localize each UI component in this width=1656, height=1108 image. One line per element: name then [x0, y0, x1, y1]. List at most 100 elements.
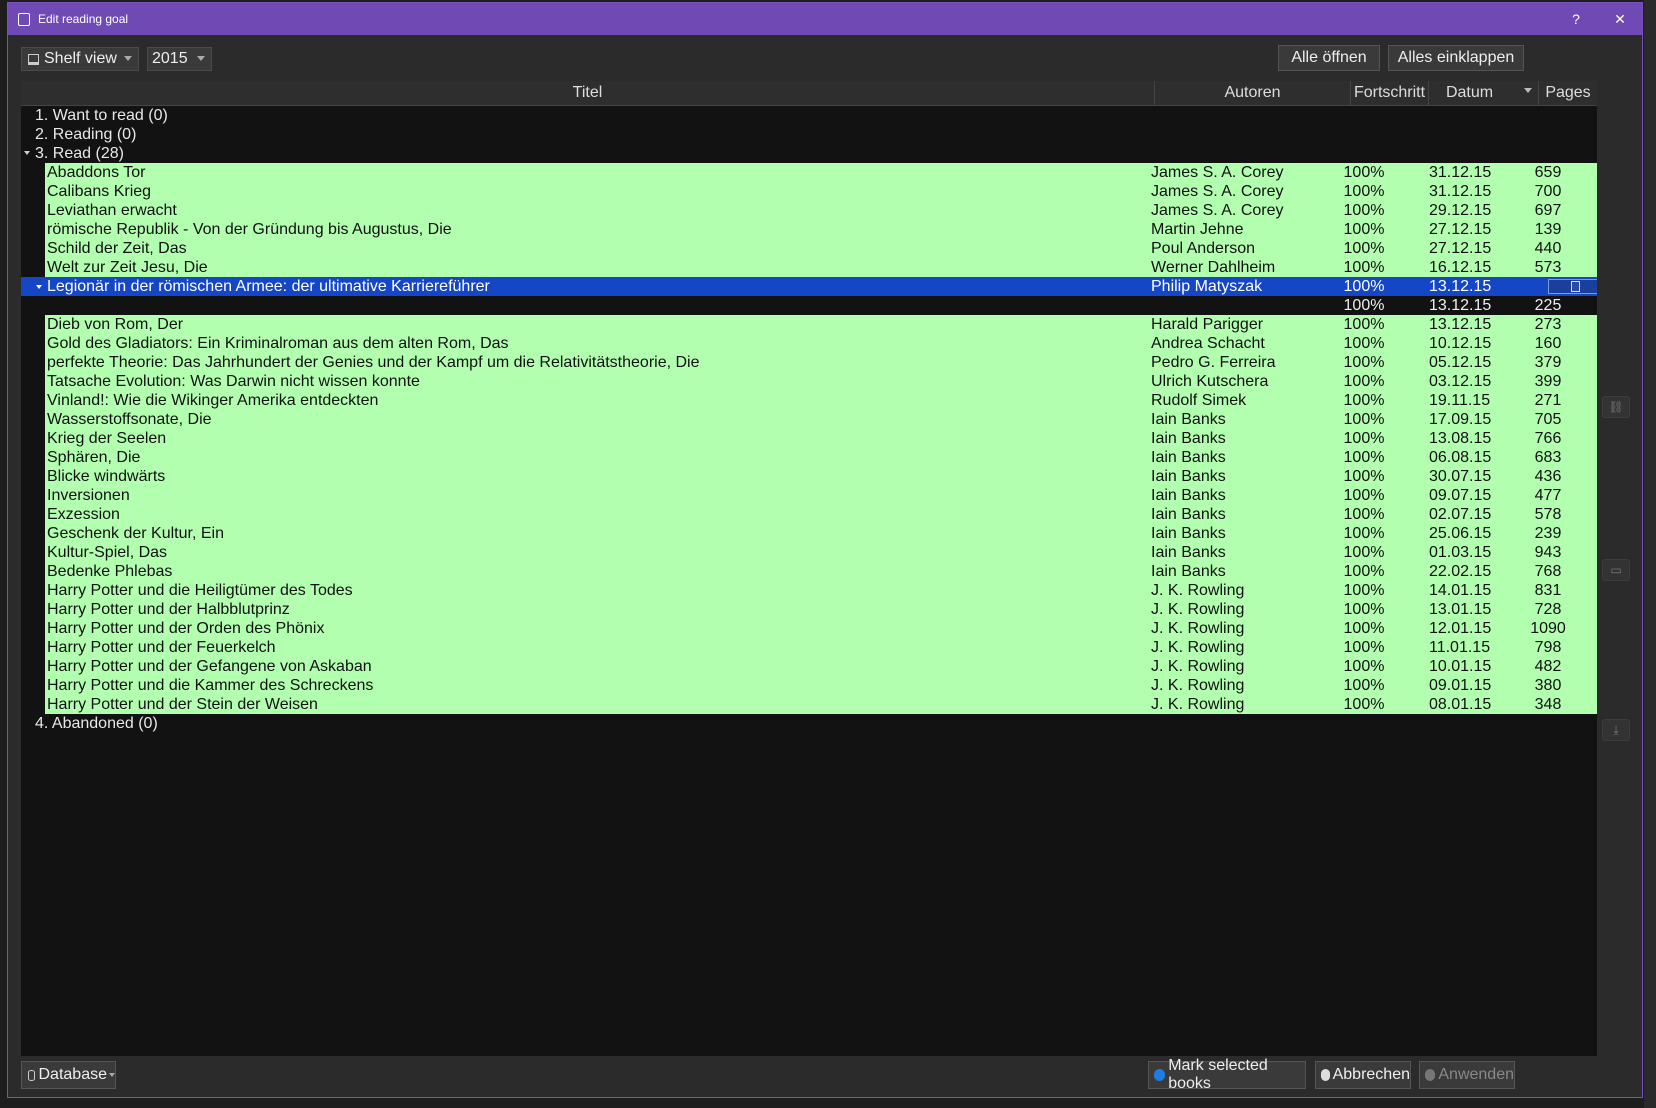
cancel-button[interactable]: Abbrechen: [1315, 1061, 1411, 1089]
book-title: Exzession: [47, 506, 120, 523]
titlebar: Edit reading goal ? ✕: [8, 3, 1642, 35]
book-row[interactable]: Welt zur Zeit Jesu, Die Werner Dahlheim 10…: [21, 258, 1597, 277]
book-row[interactable]: Harry Potter und der Gefangene von Askab…: [21, 657, 1597, 676]
help-button[interactable]: ?: [1554, 11, 1598, 27]
group-label: 1. Want to read (0): [35, 107, 168, 124]
book-progress: 100%: [1343, 639, 1385, 656]
book-title: perfekte Theorie: Das Jahrhundert der Ge…: [47, 354, 700, 371]
book-progress: 100%: [1343, 544, 1385, 561]
group-row[interactable]: 2. Reading (0): [21, 125, 1597, 144]
pages-edit-cell[interactable]: [1548, 279, 1597, 294]
book-pages: 766: [1534, 430, 1562, 447]
chevron-down-icon[interactable]: [36, 285, 42, 289]
book-row[interactable]: Calibans Krieg James S. A. Corey 100% 31.12…: [21, 182, 1597, 201]
book-row[interactable]: Sphären, Die Iain Banks 100% 06.08.15 683: [21, 448, 1597, 467]
book-date: 12.01.15: [1429, 620, 1492, 637]
book-row[interactable]: Gold des Gladiators: Ein Kriminalroman a…: [21, 334, 1597, 353]
unlink-icon[interactable]: ⛓: [1602, 396, 1630, 418]
book-row[interactable]: Bedenke Phlebas Iain Banks 100% 22.02.15 768: [21, 562, 1597, 581]
selected-book-row[interactable]: Legionär in der römischen Armee: der ult…: [21, 277, 1597, 296]
book-pages: 160: [1534, 335, 1562, 352]
book-title: Legionär in der römischen Armee: der ult…: [47, 278, 490, 295]
book-row[interactable]: Harry Potter und der Feuerkelch J. K. Row…: [21, 638, 1597, 657]
book-pages: 943: [1534, 544, 1562, 561]
group-row[interactable]: 3. Read (28): [21, 144, 1597, 163]
book-author: James S. A. Corey: [1151, 183, 1284, 200]
book-title: Abaddons Tor: [47, 164, 146, 181]
group-label: 4. Abandoned (0): [35, 715, 158, 732]
book-row[interactable]: Abaddons Tor James S. A. Corey 100% 31.12.1…: [21, 163, 1597, 182]
book-row[interactable]: Krieg der Seelen Iain Banks 100% 13.08.15 76…: [21, 429, 1597, 448]
close-button[interactable]: ✕: [1598, 11, 1642, 28]
book-row[interactable]: Harry Potter und der Halbblutprinz J. K. …: [21, 600, 1597, 619]
expand-all-button[interactable]: Alle öffnen: [1278, 45, 1380, 71]
mark-selected-books-button[interactable]: Mark selected books: [1148, 1057, 1306, 1092]
book-title: Blicke windwärts: [47, 468, 166, 485]
view-selector-label: Shelf view: [44, 50, 117, 67]
book-progress: 100%: [1343, 392, 1385, 409]
book-title: Vinland!: Wie die Wikinger Amerika entde…: [47, 392, 379, 409]
column-pages[interactable]: Pages: [1539, 81, 1597, 105]
book-title: Dieb von Rom, Der: [47, 316, 184, 333]
book-row[interactable]: Geschenk der Kultur, Ein Iain Banks 100% 25…: [21, 524, 1597, 543]
book-row[interactable]: römische Republik - Von der Gründung bis…: [21, 220, 1597, 239]
book-date: 03.12.15: [1429, 373, 1492, 390]
book-row[interactable]: Vinland!: Wie die Wikinger Amerika entde…: [21, 391, 1597, 410]
book-date: 17.09.15: [1429, 411, 1492, 428]
group-row[interactable]: 1. Want to read (0): [21, 106, 1597, 125]
book-pages: 380: [1534, 677, 1562, 694]
book-row[interactable]: Exzession Iain Banks 100% 02.07.15 578: [21, 505, 1597, 524]
book-date: 02.07.15: [1429, 506, 1492, 523]
book-tree[interactable]: Titel Autoren Fortschritt Datum Pages 1.…: [21, 81, 1597, 1056]
book-title: Harry Potter und die Heiligtümer des Tod…: [47, 582, 353, 599]
book-icon: [18, 12, 30, 26]
save-icon[interactable]: ▭: [1602, 559, 1630, 581]
edit-reading-goal-dialog: Edit reading goal ? ✕ Shelf view 2015 Al…: [7, 2, 1643, 1098]
column-header: Titel Autoren Fortschritt Datum Pages: [21, 81, 1597, 106]
book-row[interactable]: Harry Potter und der Stein der Weisen J. …: [21, 695, 1597, 714]
column-title[interactable]: Titel: [21, 81, 1155, 105]
book-pages: 436: [1534, 468, 1562, 485]
book-author: Iain Banks: [1151, 563, 1226, 580]
book-row[interactable]: Wasserstoffsonate, Die Iain Banks 100% 17.0…: [21, 410, 1597, 429]
book-author: James S. A. Corey: [1151, 164, 1284, 181]
group-row[interactable]: 4. Abandoned (0): [21, 714, 1597, 733]
book-date: 10.01.15: [1429, 658, 1492, 675]
column-authors[interactable]: Autoren: [1155, 81, 1351, 105]
book-progress: 100%: [1343, 563, 1385, 580]
book-title: Krieg der Seelen: [47, 430, 167, 447]
move-down-icon[interactable]: ⤓: [1602, 719, 1630, 741]
collapse-all-button[interactable]: Alles einklappen: [1388, 45, 1524, 71]
book-progress: 100%: [1343, 601, 1385, 618]
database-button[interactable]: Database: [21, 1061, 116, 1089]
book-row[interactable]: Schild der Zeit, Das Poul Anderson 100% 27.…: [21, 239, 1597, 258]
book-progress: 100%: [1343, 696, 1385, 713]
book-progress: 100%: [1343, 506, 1385, 523]
database-icon: [28, 1069, 35, 1081]
book-row[interactable]: Kultur-Spiel, Das Iain Banks 100% 01.03.15 9…: [21, 543, 1597, 562]
column-date[interactable]: Datum: [1429, 81, 1539, 105]
book-row[interactable]: Tatsache Evolution: Was Darwin nicht wis…: [21, 372, 1597, 391]
book-pages: 477: [1534, 487, 1562, 504]
column-progress[interactable]: Fortschritt: [1351, 81, 1429, 105]
book-pages: 271: [1534, 392, 1562, 409]
view-selector[interactable]: Shelf view: [21, 47, 139, 71]
book-row[interactable]: Inversionen Iain Banks 100% 09.07.15 477: [21, 486, 1597, 505]
book-row[interactable]: Leviathan erwacht James S. A. Corey 100% 29…: [21, 201, 1597, 220]
book-date: 27.12.15: [1429, 221, 1492, 238]
chevron-down-icon[interactable]: [24, 151, 30, 155]
book-edition-row[interactable]: 100% 13.12.15 225: [21, 296, 1597, 315]
book-progress: 100%: [1343, 620, 1385, 637]
book-date: 09.01.15: [1429, 677, 1492, 694]
book-row[interactable]: Dieb von Rom, Der Harald Parigger 100% 13.1…: [21, 315, 1597, 334]
apply-button[interactable]: Anwenden: [1419, 1061, 1515, 1089]
book-author: Pedro G. Ferreira: [1151, 354, 1276, 371]
book-row[interactable]: Harry Potter und der Orden des Phönix J. …: [21, 619, 1597, 638]
book-author: Iain Banks: [1151, 430, 1226, 447]
book-row[interactable]: Blicke windwärts Iain Banks 100% 30.07.15 43…: [21, 467, 1597, 486]
year-selector[interactable]: 2015: [147, 47, 212, 71]
book-row[interactable]: perfekte Theorie: Das Jahrhundert der Ge…: [21, 353, 1597, 372]
book-row[interactable]: Harry Potter und die Heiligtümer des Tod…: [21, 581, 1597, 600]
book-date: 08.01.15: [1429, 696, 1492, 713]
book-row[interactable]: Harry Potter und die Kammer des Schrecke…: [21, 676, 1597, 695]
